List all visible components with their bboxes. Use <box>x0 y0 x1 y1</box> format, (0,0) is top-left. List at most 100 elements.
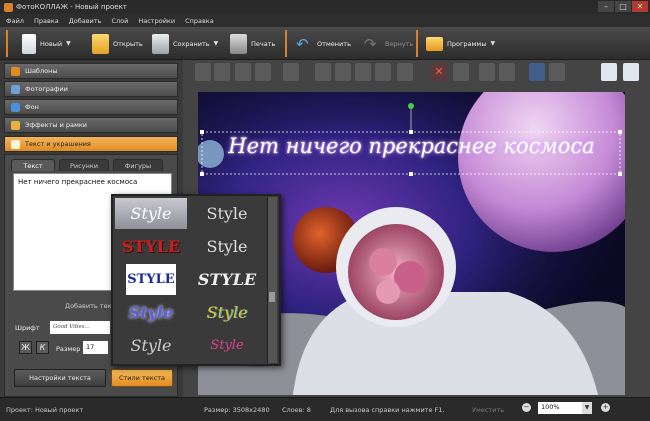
style-item[interactable]: STYLE <box>191 264 263 295</box>
gear-icon[interactable] <box>529 63 545 81</box>
canvas-scrollbar[interactable] <box>637 92 647 395</box>
italic-button[interactable]: К <box>36 341 49 354</box>
text-styles-button[interactable]: Стили текста <box>111 369 173 387</box>
print-button[interactable]: Печать <box>230 31 275 56</box>
sidebar-item-templates[interactable]: Шаблоны <box>4 63 178 79</box>
open-label: Открыть <box>113 39 143 48</box>
minimize-button[interactable]: – <box>598 1 614 12</box>
photos-icon <box>11 84 20 94</box>
edit-toolbar: ✕ <box>183 63 650 85</box>
status-help: Для вызова справки нажмите F1. <box>330 406 445 414</box>
title-bar: ФотоКОЛЛАЖ - Новый проект <box>0 0 650 14</box>
crop-icon[interactable] <box>453 63 469 81</box>
menu-file[interactable]: Файл <box>6 17 24 25</box>
styles-scrollbar-thumb[interactable] <box>269 292 275 302</box>
page-add-icon[interactable] <box>601 63 617 81</box>
lock-icon[interactable] <box>479 63 495 81</box>
main-toolbar: Новый ▼ Открыть Сохранить ▼ Печать ↶ Отм… <box>0 27 650 60</box>
menu-settings[interactable]: Настройки <box>138 17 175 25</box>
toolbar-separator <box>416 30 418 57</box>
text-styles-popup: Style Style STYLE Style STYLE STYLE Styl… <box>111 194 281 366</box>
chevron-down-icon[interactable]: ▼ <box>66 40 71 47</box>
flip-horizontal-icon[interactable] <box>355 63 371 81</box>
bold-button[interactable]: Ж <box>19 341 32 354</box>
styles-scrollbar[interactable] <box>267 197 277 363</box>
save-button[interactable]: Сохранить ▼ <box>152 31 218 56</box>
tab-shapes[interactable]: Фигуры <box>113 159 163 171</box>
menu-layer[interactable]: Слой <box>111 17 128 25</box>
style-item[interactable]: Style <box>115 297 187 328</box>
properties-icon[interactable] <box>499 63 515 81</box>
sidebar-item-photos[interactable]: Фотографии <box>4 81 178 97</box>
menu-help[interactable]: Справка <box>185 17 214 25</box>
layer-backward-icon[interactable] <box>235 63 251 81</box>
menu-edit[interactable]: Правка <box>34 17 59 25</box>
redo-button[interactable]: ↷ Вернуть <box>364 31 413 56</box>
chevron-down-icon[interactable]: ▼ <box>214 40 219 47</box>
chevron-down-icon[interactable]: ▼ <box>490 40 495 47</box>
window-title: ФотоКОЛЛАЖ - Новый проект <box>16 3 127 11</box>
save-icon <box>152 33 169 54</box>
canvas-caption[interactable]: Нет ничего прекраснее космоса <box>198 134 625 158</box>
sidebar-item-label: Эффекты и рамки <box>25 121 88 129</box>
distribute-icon[interactable] <box>397 63 413 81</box>
menu-add[interactable]: Добавить <box>69 17 102 25</box>
new-label: Новый <box>40 39 63 48</box>
style-item[interactable]: STYLE <box>115 231 187 262</box>
style-item[interactable]: Style <box>191 231 263 262</box>
toolbar-separator <box>285 30 287 57</box>
zoom-in-button[interactable]: + <box>601 403 610 412</box>
edit-icon[interactable] <box>549 63 565 81</box>
flip-icon[interactable] <box>315 63 331 81</box>
layer-back-icon[interactable] <box>255 63 271 81</box>
programs-label: Программы <box>447 39 487 48</box>
tab-drawings[interactable]: Рисунки <box>59 159 109 171</box>
redo-icon: ↷ <box>364 34 377 53</box>
delete-icon[interactable]: ✕ <box>431 63 447 81</box>
font-select[interactable]: Good Vibes... <box>50 321 110 334</box>
size-stepper[interactable]: 17 <box>83 341 108 354</box>
align-icon[interactable] <box>283 63 299 81</box>
sidebar-item-text[interactable]: Текст и украшения <box>4 136 178 152</box>
sidebar-item-label: Фон <box>25 103 39 111</box>
status-layers: Слоев: 8 <box>282 406 311 414</box>
undo-button[interactable]: ↶ Отменить <box>296 31 351 56</box>
tab-text[interactable]: Текст <box>11 159 55 171</box>
effects-icon <box>11 120 20 130</box>
layer-forward-icon[interactable] <box>214 63 230 81</box>
style-item[interactable]: STYLE <box>126 264 176 295</box>
status-size: Размер: 3508x2480 <box>204 406 270 414</box>
style-item[interactable]: Style <box>191 297 263 328</box>
undo-label: Отменить <box>317 39 351 48</box>
size-label: Размер <box>56 345 81 353</box>
window-controls: – □ ✕ <box>598 1 648 12</box>
menu-bar: Файл Правка Добавить Слой Настройки Спра… <box>0 14 650 27</box>
save-label: Сохранить <box>173 39 210 48</box>
text-icon <box>11 139 20 149</box>
fit-button[interactable]: Уместить <box>472 406 504 414</box>
sidebar-item-background[interactable]: Фон <box>4 99 178 115</box>
sidebar-item-label: Фотографии <box>25 85 68 93</box>
style-item[interactable]: Style <box>115 198 187 229</box>
flip-vertical-icon[interactable] <box>375 63 391 81</box>
open-button[interactable]: Открыть <box>92 31 143 56</box>
text-settings-button[interactable]: Настройки текста <box>14 369 106 387</box>
new-file-icon <box>22 33 36 54</box>
app-icon <box>4 2 13 12</box>
rotate-icon[interactable] <box>335 63 351 81</box>
chevron-down-icon[interactable]: ▼ <box>582 402 592 414</box>
maximize-button[interactable]: □ <box>615 1 631 12</box>
sidebar-item-effects[interactable]: Эффекты и рамки <box>4 117 178 133</box>
zoom-out-button[interactable]: − <box>522 403 531 412</box>
programs-button[interactable]: Программы ▼ <box>426 31 495 56</box>
new-button[interactable]: Новый ▼ <box>22 31 71 56</box>
templates-icon <box>11 66 20 76</box>
page-settings-icon[interactable] <box>623 63 639 81</box>
style-item[interactable]: Style <box>191 330 263 361</box>
close-button[interactable]: ✕ <box>632 1 648 12</box>
style-item[interactable]: Style <box>191 198 263 229</box>
status-project: Проект: Новый проект <box>6 406 84 414</box>
font-label: Шрифт <box>15 324 40 332</box>
layer-front-icon[interactable] <box>195 63 211 81</box>
style-item[interactable]: Style <box>115 330 187 361</box>
